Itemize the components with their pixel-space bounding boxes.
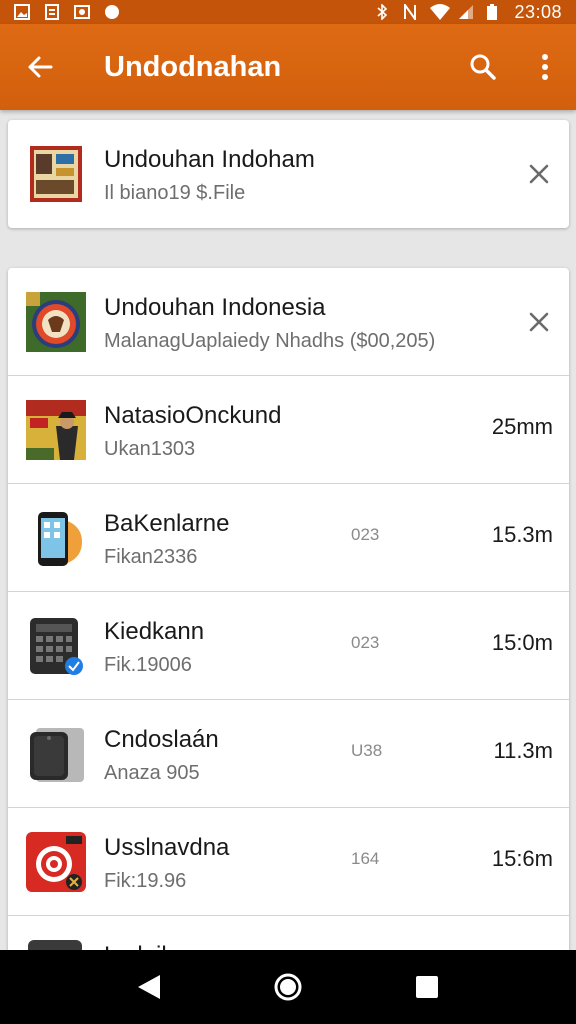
list-item[interactable]: Usslnavdna Fik:19.96 164 15:6m (8, 808, 569, 916)
item-title: Kiedkann (104, 618, 205, 645)
item-progress: 023 (351, 525, 380, 544)
list-item[interactable]: Kiedkann Fik.19006 023 15:0m (8, 592, 569, 700)
item-title: Cndoslaán (104, 726, 219, 753)
nav-recents-button[interactable] (403, 963, 451, 1011)
movie-poster-icon (26, 400, 86, 460)
battery-icon (486, 4, 502, 20)
list-item[interactable]: NatasioOnckund Ukan1303 25mm (8, 376, 569, 484)
gallery-icon (14, 4, 30, 20)
item-title: BaKenlarne (104, 510, 230, 537)
item-progress: U38 (351, 741, 383, 760)
signal-icon (458, 4, 474, 20)
item-subtitle: Fik.19006 (104, 654, 192, 676)
nav-recents-icon (415, 976, 438, 998)
list-item[interactable]: Undouhan Indoham Il biano19 $.File (8, 120, 569, 228)
list-item[interactable]: Lsdnil (8, 916, 569, 950)
item-progress: 023 (351, 633, 380, 652)
photo-icon (74, 4, 90, 20)
item-title: Usslnavdna (104, 834, 230, 861)
app-thumbnail-icon (26, 292, 86, 352)
target-icon (26, 832, 86, 892)
dot-notification-icon (104, 4, 120, 20)
overflow-menu-button[interactable] (514, 24, 576, 110)
status-time: 23:08 (514, 1, 562, 22)
item-progress: 164 (351, 849, 380, 868)
close-icon (529, 164, 549, 184)
cancel-download-button[interactable] (521, 304, 557, 340)
app-bar: Undodnahan (0, 24, 576, 110)
status-bar: 23:08 (0, 0, 576, 24)
item-subtitle: Anaza 905 (104, 762, 200, 784)
item-size: 15:0m (491, 630, 553, 655)
item-subtitle: Fik:19.96 (104, 870, 187, 892)
item-size: 11.3m (493, 738, 553, 763)
page-title: Undodnahan (104, 50, 282, 83)
list-item[interactable]: Cndoslaán Anaza 905 U38 11.3m (8, 700, 569, 808)
nav-back-icon (138, 975, 161, 999)
more-vert-icon (542, 54, 548, 80)
close-icon (529, 312, 549, 332)
list-item[interactable]: BaKenlarne Fikan2336 023 15.3m (8, 484, 569, 592)
bluetooth-icon (374, 3, 390, 21)
download-title: Undouhan Indoham (104, 146, 315, 173)
book-cover-icon (30, 146, 82, 202)
search-button[interactable] (452, 24, 514, 110)
item-size: 25mm (491, 414, 553, 439)
nav-back-button[interactable] (125, 963, 173, 1011)
downloads-list-card: Undouhan Indonesia MalanagUaplaiedy Nhad… (8, 268, 569, 950)
system-nav-bar (0, 950, 576, 1024)
download-subtitle: Il biano19 $.File (104, 182, 246, 204)
item-title: Undouhan Indonesia (104, 294, 326, 321)
phone-icon (38, 512, 82, 566)
no-sim-icon (402, 1, 418, 23)
item-size: 15.3m (491, 522, 553, 547)
nav-home-button[interactable] (264, 963, 312, 1011)
active-download-card[interactable]: Undouhan Indoham Il biano19 $.File (8, 120, 569, 228)
document-icon (44, 4, 60, 20)
downloads-content: Undouhan Indoham Il biano19 $.File Undou… (0, 110, 576, 950)
wifi-icon (430, 4, 451, 20)
item-subtitle: Fikan2336 (104, 546, 198, 568)
speaker-icon (30, 728, 84, 782)
item-subtitle: MalanagUaplaiedy Nhadhs ($00,205) (104, 330, 436, 352)
nav-home-icon (274, 973, 302, 1001)
arrow-back-icon (28, 56, 53, 78)
item-title: Lsdnil (104, 942, 167, 950)
calculator-icon (30, 618, 83, 675)
cancel-download-button[interactable] (521, 156, 557, 192)
search-icon (470, 54, 496, 80)
item-subtitle: Ukan1303 (104, 438, 196, 460)
list-item[interactable]: Undouhan Indonesia MalanagUaplaiedy Nhad… (8, 268, 569, 376)
device-icon (28, 940, 82, 950)
item-size: 15:6m (491, 846, 553, 871)
back-button[interactable] (0, 24, 80, 110)
item-title: NatasioOnckund (104, 402, 282, 429)
